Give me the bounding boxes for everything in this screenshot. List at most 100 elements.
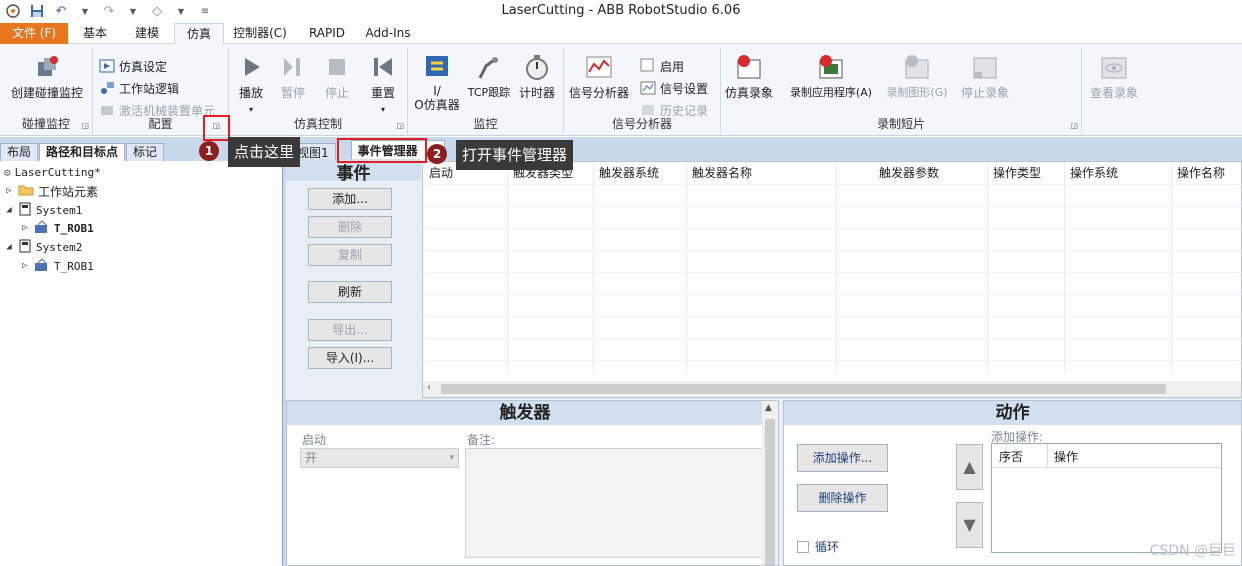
play-button[interactable]: 播放 ▾ — [233, 52, 269, 115]
scroll-left-icon[interactable]: ‹ — [427, 382, 431, 393]
signal-setup-button[interactable]: 信号设置 — [640, 78, 708, 98]
import-button[interactable]: 导入(I)... — [308, 347, 392, 369]
grid-line — [423, 184, 1242, 185]
scroll-up-icon[interactable]: ▲ — [765, 403, 772, 413]
action-list-header: 序否 操作 — [992, 444, 1221, 468]
action-title: 动作 — [784, 401, 1241, 425]
timer-button[interactable]: 计时器 — [514, 52, 560, 101]
tab-layout[interactable]: 布局 — [0, 143, 39, 161]
expand-icon[interactable]: ▷ — [4, 186, 14, 196]
grid-line — [423, 360, 1242, 361]
ribbon-tab-strip: 文件 (F) 基本 建模 仿真 控制器(C) RAPID Add-Ins — [0, 22, 1242, 45]
simulation-setup-button[interactable]: 仿真设定 — [99, 56, 167, 76]
io-simulator-icon — [426, 56, 448, 76]
events-grid[interactable]: 启动 触发器类型 触发器系统 触发器名称 触发器参数 操作类型 操作系统 操作名… — [422, 161, 1242, 398]
column-header-trigger-params[interactable]: 触发器参数 — [873, 162, 939, 184]
trigger-start-select[interactable]: 开 ▾ — [300, 448, 459, 468]
create-collision-monitor-button[interactable]: 创建碰撞监控 — [4, 52, 90, 101]
view-record-icon — [1101, 57, 1127, 79]
action-list[interactable]: 序否 操作 — [991, 443, 1222, 553]
move-down-button[interactable]: ▼ — [956, 502, 983, 548]
scrollbar-thumb[interactable] — [765, 419, 775, 565]
collapse-icon[interactable]: ◢ — [4, 242, 14, 252]
controller-icon — [18, 202, 32, 219]
record-graphics-button[interactable]: 录制图形(G) — [881, 52, 953, 100]
refresh-button[interactable]: 刷新 — [308, 281, 392, 303]
note-textarea[interactable] — [465, 448, 763, 558]
expand-icon[interactable]: ▷ — [20, 261, 30, 271]
scrollbar-thumb[interactable] — [441, 384, 1166, 394]
tab-rapid[interactable]: RAPID — [300, 23, 354, 44]
dialog-launcher-icon[interactable]: ◲ — [81, 121, 89, 130]
view-record-button[interactable]: 查看录象 — [1082, 52, 1146, 101]
horizontal-scrollbar[interactable]: ‹ — [423, 381, 1241, 397]
delete-action-button[interactable]: 删除操作 — [797, 484, 888, 512]
station-icon: ⚙ — [4, 165, 11, 179]
copy-event-button[interactable]: 复制 — [308, 244, 392, 266]
column-header-action-system[interactable]: 操作系统 — [1064, 162, 1118, 184]
stop-icon — [329, 59, 345, 75]
reset-button[interactable]: 重置 ▾ — [363, 52, 403, 115]
tab-tags[interactable]: 标记 — [126, 143, 165, 161]
left-panel-tabs: 布局 路径和目标点 标记 — [0, 143, 165, 161]
collapse-icon[interactable]: ◢ — [4, 205, 14, 215]
loop-checkbox[interactable]: 循环 — [797, 538, 839, 555]
column-header-action[interactable]: 操作 — [1054, 448, 1078, 465]
pause-button[interactable]: 暂停 — [275, 52, 311, 101]
stop-button[interactable]: 停止 — [319, 52, 355, 101]
delete-event-button[interactable]: 删除 — [308, 216, 392, 238]
dialog-launcher-icon[interactable]: ◲ — [396, 121, 404, 130]
record-application-button[interactable]: 录制应用程序(A) — [783, 52, 879, 100]
folder-icon — [18, 183, 34, 199]
stop-record-button[interactable]: 停止录象 — [955, 52, 1015, 101]
column-header-trigger-system[interactable]: 触发器系统 — [593, 162, 659, 184]
highlight-box-launcher — [203, 115, 230, 141]
enable-checkbox[interactable]: 启用 — [640, 56, 684, 76]
io-simulator-button[interactable]: I/O仿真器 — [412, 52, 462, 112]
group-signal-analyzer: 信号分析器 启用 信号设置 历史记录 信号分析器 — [564, 48, 721, 134]
tab-controller[interactable]: 控制器(C) — [226, 23, 294, 44]
add-action-button[interactable]: 添加操作... — [797, 444, 888, 472]
tab-modeling[interactable]: 建模 — [122, 23, 172, 44]
tab-simulation[interactable]: 仿真 — [174, 23, 224, 45]
dialog-launcher-icon[interactable]: ◲ — [1070, 121, 1078, 130]
grid-line — [987, 162, 988, 372]
tab-basic[interactable]: 基本 — [70, 23, 120, 44]
group-view-record: 查看录象 — [1082, 48, 1242, 134]
expand-icon[interactable]: ▷ — [20, 223, 30, 233]
group-collision-monitor: 创建碰撞监控 碰撞监控 ◲ — [0, 48, 93, 134]
group-monitor: I/O仿真器 TCP跟踪 计时器 监控 — [408, 48, 564, 134]
grid-line — [1064, 162, 1065, 372]
tcp-trace-button[interactable]: TCP跟踪 — [464, 52, 514, 100]
stop-record-icon — [973, 57, 997, 79]
tree-item-station[interactable]: ⚙ LaserCutting* — [4, 163, 101, 181]
checkbox-icon — [797, 540, 809, 553]
tab-paths-targets[interactable]: 路径和目标点 — [39, 143, 126, 161]
tree-item-system2[interactable]: ◢ System2 — [4, 238, 82, 256]
export-button[interactable]: 导出... — [308, 319, 392, 341]
signal-analyzer-button[interactable]: 信号分析器 — [564, 52, 634, 101]
station-logic-button[interactable]: 工作站逻辑 — [99, 78, 179, 98]
highlight-box-event-manager-tab — [337, 138, 427, 163]
grid-line — [423, 272, 1242, 273]
group-recording: 仿真录象 录制应用程序(A) 录制图形(G) 停止录象 录制短片 ◲ — [721, 48, 1082, 134]
trigger-start-label: 启动 — [302, 433, 327, 447]
column-header-action-name[interactable]: 操作名称 — [1171, 162, 1225, 184]
grid-line — [1171, 162, 1172, 372]
simulation-record-button[interactable]: 仿真录象 — [721, 52, 777, 101]
tree-item-station-elements[interactable]: ▷ 工作站元素 — [4, 182, 98, 200]
add-event-button[interactable]: 添加... — [308, 188, 392, 210]
column-header-trigger-name[interactable]: 触发器名称 — [686, 162, 752, 184]
tree-item-rob1-system2[interactable]: ▷ T_ROB1 — [20, 257, 94, 275]
tab-add-ins[interactable]: Add-Ins — [360, 23, 416, 44]
tree-item-system1[interactable]: ◢ System1 — [4, 201, 82, 219]
column-header-action-type[interactable]: 操作类型 — [987, 162, 1041, 184]
station-tree: ⚙ LaserCutting* ▷ 工作站元素 ◢ System1 ▷ T_RO… — [0, 161, 283, 566]
column-header-start[interactable]: 启动 — [423, 162, 453, 184]
tab-file[interactable]: 文件 (F) — [0, 23, 68, 44]
tree-item-rob1-system1[interactable]: ▷ T_ROB1 — [20, 219, 94, 237]
column-header-seq[interactable]: 序否 — [999, 448, 1023, 465]
vertical-scrollbar[interactable]: ▲ — [762, 401, 778, 565]
stopwatch-icon — [526, 55, 548, 80]
move-up-button[interactable]: ▲ — [956, 444, 983, 490]
